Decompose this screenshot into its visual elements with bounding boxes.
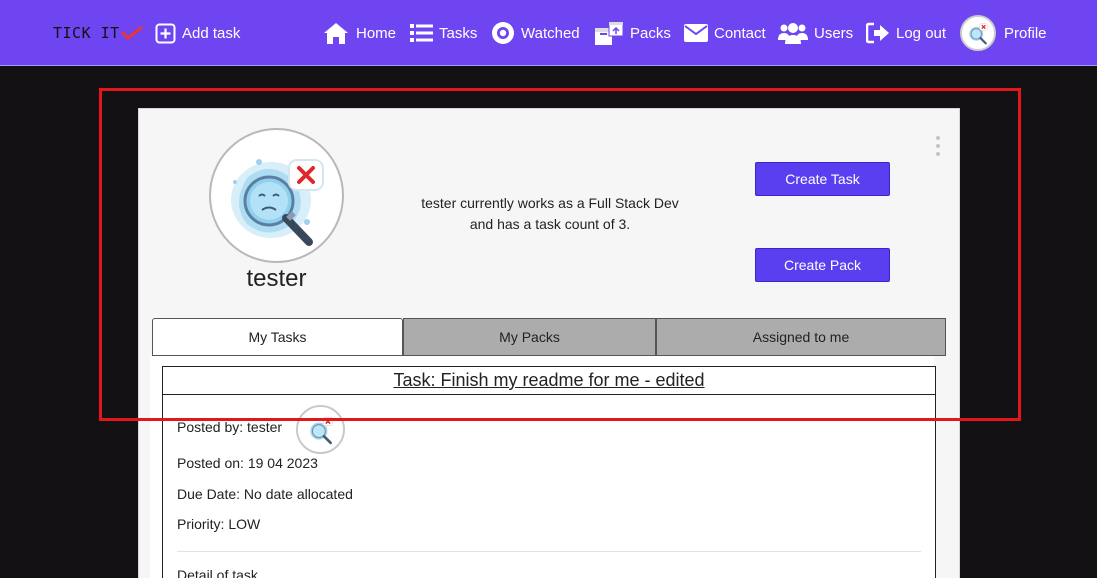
profile-avatar: [209, 128, 344, 263]
task-card: Task: Finish my readme for me - edited P…: [162, 366, 936, 578]
nav-tasks[interactable]: Tasks: [410, 20, 477, 46]
nav-profile[interactable]: Profile: [960, 15, 1047, 51]
task-title[interactable]: Task: Finish my readme for me - edited: [163, 367, 935, 395]
nav-packs-label: Packs: [630, 24, 671, 42]
nav-logout-label: Log out: [896, 24, 947, 42]
logo[interactable]: TICK IT: [53, 22, 143, 44]
plus-square-icon: [155, 23, 176, 44]
nav-add-task[interactable]: Add task: [155, 20, 240, 46]
nav-home[interactable]: Home: [322, 20, 396, 46]
boxes-icon: [594, 20, 624, 46]
task-posted-on: Posted on: 19 04 2023: [177, 455, 318, 471]
nav-home-label: Home: [356, 24, 397, 42]
magnifier-error-illustration: [231, 159, 324, 246]
profile-username: tester: [246, 265, 307, 292]
tab-my-tasks[interactable]: My Tasks: [152, 318, 403, 356]
profile-tabs: My Tasks My Packs Assigned to me: [152, 318, 946, 356]
nav-contact-label: Contact: [714, 24, 766, 42]
nav-tasks-label: Tasks: [439, 24, 478, 42]
more-options-icon[interactable]: [935, 136, 941, 156]
nav-profile-label: Profile: [1004, 24, 1047, 42]
nav-watched[interactable]: Watched: [491, 20, 580, 46]
magnifier-error-icon: [309, 416, 333, 444]
divider: [177, 551, 921, 552]
nav-users[interactable]: Users: [778, 20, 853, 46]
avatar: [960, 15, 996, 51]
users-icon: [778, 22, 808, 44]
tab-my-packs[interactable]: My Packs: [403, 318, 656, 356]
logout-icon: [866, 22, 890, 44]
logo-text: TICK IT: [53, 24, 120, 42]
envelope-icon: [684, 24, 708, 42]
task-priority: Priority: LOW: [177, 516, 261, 532]
profile-bio: tester currently works as a Full Stack D…: [421, 195, 679, 232]
checkmark-icon: [121, 26, 143, 40]
task-due-date: Due Date: No date allocated: [177, 486, 353, 502]
task-posted-by: Posted by: tester: [177, 419, 283, 435]
nav-contact[interactable]: Contact: [684, 20, 766, 46]
navbar: TICK IT Add task Home Tasks Watched Pack…: [0, 0, 1097, 66]
nav-add-task-label: Add task: [182, 24, 241, 42]
home-icon: [322, 21, 350, 45]
create-task-button[interactable]: Create Task: [755, 162, 890, 196]
create-pack-button[interactable]: Create Pack: [755, 248, 890, 282]
tab-assigned-to-me[interactable]: Assigned to me: [656, 318, 946, 356]
nav-logout[interactable]: Log out: [866, 20, 946, 46]
task-detail: Detail of task: [177, 567, 258, 578]
eye-icon: [491, 21, 515, 45]
nav-users-label: Users: [814, 24, 854, 42]
task-list: Task: Finish my readme for me - edited P…: [150, 356, 936, 578]
nav-watched-label: Watched: [521, 24, 580, 42]
list-icon: [410, 23, 433, 43]
profile-card: tester tester currently works as a Full …: [138, 108, 960, 578]
nav-packs[interactable]: Packs: [594, 20, 671, 46]
task-owner-avatar[interactable]: [296, 405, 345, 454]
